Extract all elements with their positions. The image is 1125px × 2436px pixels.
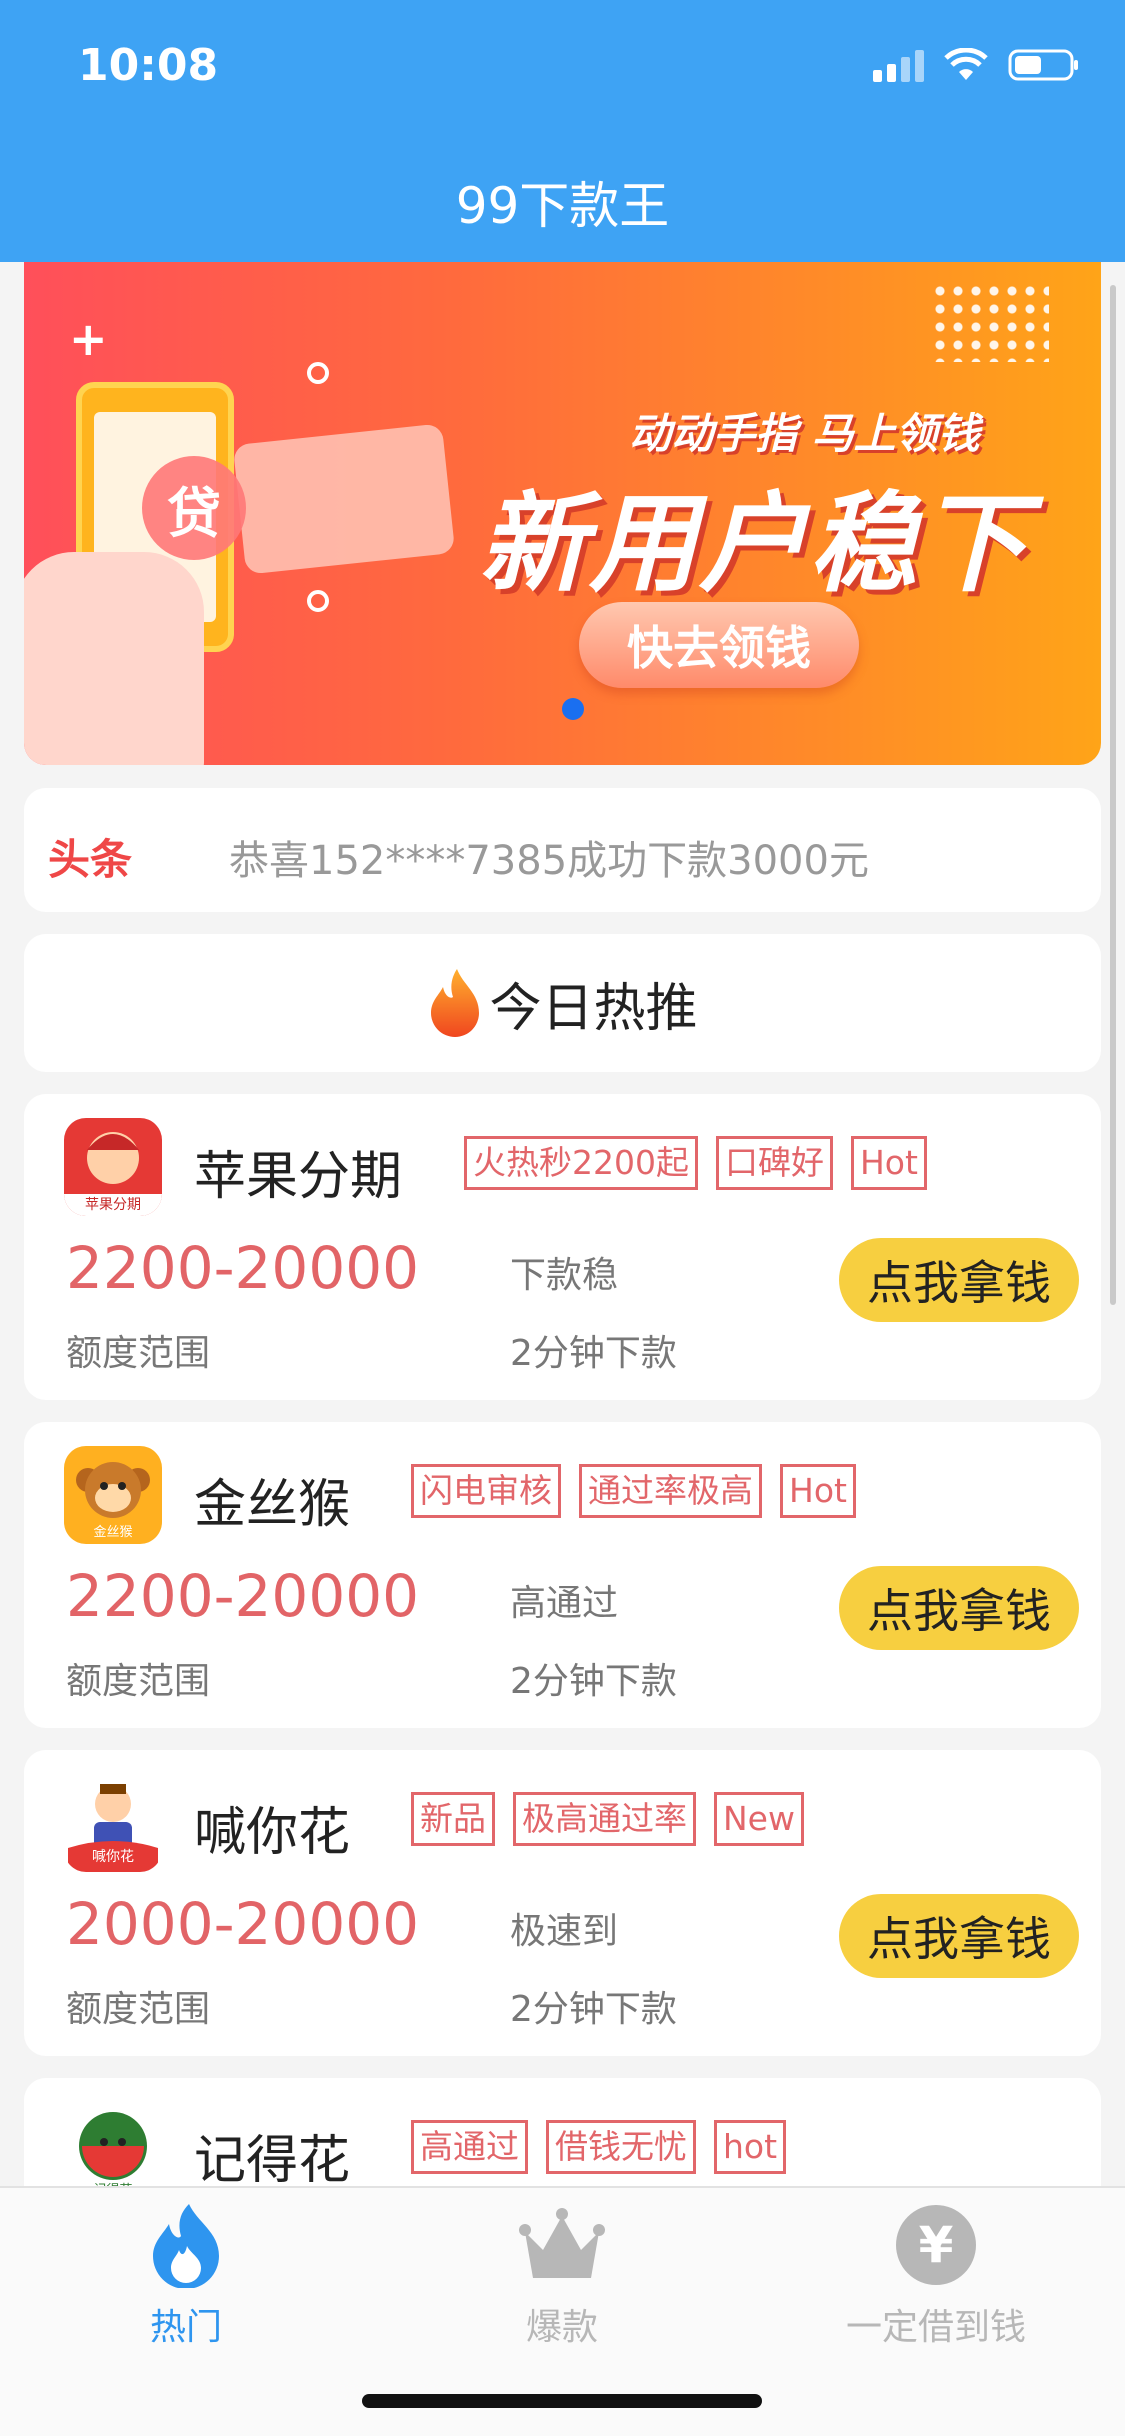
amount-range-label: 额度范围 <box>66 1989 211 2030</box>
banknote-illustration <box>232 423 456 575</box>
tab-label: 一定借到钱 <box>845 2307 1026 2348</box>
product-tag: 火热秒2200起 <box>464 1136 698 1190</box>
product-logo-text: 喊你花 <box>92 1849 134 1865</box>
product-card[interactable]: 苹果分期 苹果分期 火热秒2200起 口碑好 Hot 2200-20000 额度… <box>24 1094 1101 1400</box>
svg-text:¥: ¥ <box>919 2216 954 2274</box>
disbursement-time: 2分钟下款 <box>510 1989 677 2030</box>
amount-range: 2200-20000 <box>66 1562 420 1630</box>
carousel-indicator[interactable] <box>562 698 584 720</box>
flame-icon <box>147 2202 225 2292</box>
crown-icon <box>519 2202 605 2292</box>
product-card[interactable]: 金丝猴 金丝猴 闪电审核 通过率极高 Hot 2200-20000 额度范围 高… <box>24 1422 1101 1728</box>
amount-range-label: 额度范围 <box>66 1661 211 1702</box>
product-logo: 金丝猴 <box>64 1446 162 1544</box>
headline-notice[interactable]: 头条 恭喜152****7385成功下款3000元 <box>24 788 1101 912</box>
product-tag: Hot <box>780 1464 856 1518</box>
promo-banner[interactable]: + 贷 动动手指 马上领钱 新用户稳下 快去领钱 <box>24 262 1101 765</box>
status-time: 10:08 <box>78 40 219 91</box>
product-feature: 下款稳 <box>510 1255 619 1296</box>
product-tags: 火热秒2200起 口碑好 Hot <box>464 1136 927 1190</box>
page-title: 99下款王 <box>455 177 670 235</box>
product-tag: 通过率极高 <box>579 1464 762 1518</box>
hot-section-title: 今日热推 <box>489 978 698 1039</box>
product-tag: 闪电审核 <box>411 1464 561 1518</box>
product-tag: 高通过 <box>411 2120 528 2174</box>
product-tag: 新品 <box>411 1792 495 1846</box>
product-tag: hot <box>714 2120 787 2174</box>
product-name: 苹果分期 <box>194 1147 403 1207</box>
product-logo: 喊你花 <box>64 1774 162 1872</box>
battery-icon <box>1008 48 1080 82</box>
hot-section-header: 今日热推 <box>24 934 1101 1072</box>
product-name: 喊你花 <box>194 1803 351 1863</box>
flame-icon <box>427 967 483 1039</box>
product-tags: 新品 极高通过率 New <box>411 1792 804 1846</box>
wifi-icon <box>944 48 988 82</box>
banner-claim-button[interactable]: 快去领钱 <box>579 602 859 688</box>
signal-icon <box>873 48 924 82</box>
tab-guaranteed-loan[interactable]: ¥ 一定借到钱 <box>806 2202 1066 2350</box>
product-logo: 苹果分期 <box>64 1118 162 1216</box>
tab-hot[interactable]: 热门 <box>56 2202 316 2350</box>
product-tags: 高通过 借钱无忧 hot <box>411 2120 787 2174</box>
product-tag: 口碑好 <box>715 1136 833 1190</box>
circle-decoration <box>307 362 329 384</box>
banner-slogan-big: 新用户稳下 <box>479 482 1030 607</box>
home-indicator <box>362 2394 762 2408</box>
loan-badge: 贷 <box>142 456 246 560</box>
product-name: 记得花 <box>194 2131 351 2191</box>
product-tag: 极高通过率 <box>513 1792 696 1846</box>
notice-label: 头条 <box>48 835 133 884</box>
amount-range: 2000-20000 <box>66 1890 420 1958</box>
tab-label: 爆款 <box>525 2307 598 2348</box>
get-money-button[interactable]: 点我拿钱 <box>839 1238 1079 1322</box>
amount-range: 2200-20000 <box>66 1234 420 1302</box>
plus-decoration: + <box>69 312 108 366</box>
product-logo-text: 苹果分期 <box>85 1197 141 1213</box>
get-money-button[interactable]: 点我拿钱 <box>839 1894 1079 1978</box>
get-money-button[interactable]: 点我拿钱 <box>839 1566 1079 1650</box>
product-tags: 闪电审核 通过率极高 Hot <box>411 1464 856 1518</box>
product-feature: 高通过 <box>510 1583 619 1624</box>
tab-bestsellers[interactable]: 爆款 <box>432 2202 692 2350</box>
notice-text: 恭喜152****7385成功下款3000元 <box>229 838 869 884</box>
dots-decoration <box>931 282 1049 362</box>
product-tag: 借钱无忧 <box>546 2120 696 2174</box>
product-logo-text: 金丝猴 <box>93 1525 133 1540</box>
amount-range-label: 额度范围 <box>66 1333 211 1374</box>
product-card[interactable]: 喊你花 喊你花 新品 极高通过率 New 2000-20000 额度范围 极速到… <box>24 1750 1101 2056</box>
product-tag: Hot <box>850 1136 927 1190</box>
yen-icon: ¥ <box>893 2202 979 2292</box>
disbursement-time: 2分钟下款 <box>510 1333 677 1374</box>
tab-label: 热门 <box>149 2307 222 2348</box>
product-name: 金丝猴 <box>194 1475 351 1535</box>
product-feature: 极速到 <box>510 1911 619 1952</box>
circle-decoration <box>307 590 329 612</box>
status-icons <box>873 48 1080 82</box>
disbursement-time: 2分钟下款 <box>510 1661 677 1702</box>
app-header: 10:08 99下款王 <box>0 0 1125 262</box>
banner-slogan-small: 动动手指 马上领钱 <box>629 409 980 458</box>
scrollbar[interactable] <box>1110 285 1116 1305</box>
hand-illustration <box>24 552 204 765</box>
product-tag: New <box>714 1792 804 1846</box>
